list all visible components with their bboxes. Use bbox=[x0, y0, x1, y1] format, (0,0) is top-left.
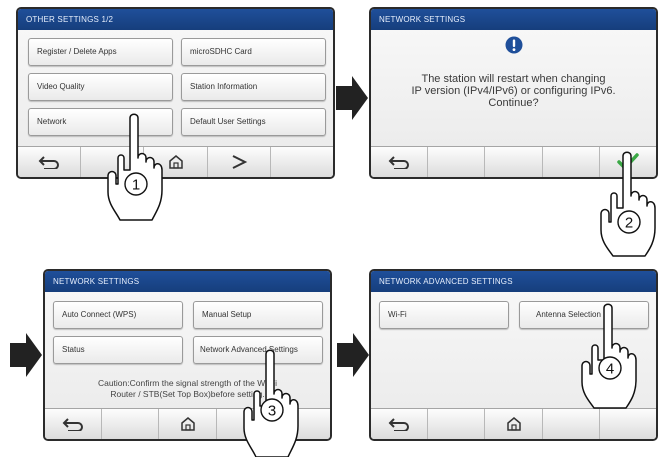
back-icon bbox=[38, 156, 60, 169]
next-icon bbox=[232, 155, 247, 169]
home-button[interactable] bbox=[485, 409, 543, 439]
confirm-message-line1: The station will restart when changing bbox=[421, 73, 606, 85]
back-button[interactable] bbox=[45, 409, 103, 439]
auto-connect-wps-button[interactable]: Auto Connect (WPS) bbox=[53, 301, 183, 329]
home-icon bbox=[168, 155, 183, 169]
step-3-label: 3 bbox=[268, 403, 276, 420]
panel4-navbar bbox=[371, 408, 656, 439]
home-icon bbox=[180, 417, 195, 431]
station-information-button[interactable]: Station Information bbox=[181, 73, 326, 101]
panel1-body: Register / Delete Apps microSDHC Card Vi… bbox=[18, 30, 333, 147]
back-icon bbox=[388, 418, 410, 431]
flow-arrow-right-icon bbox=[336, 76, 368, 120]
nav-empty-1 bbox=[428, 409, 486, 439]
back-icon bbox=[62, 418, 84, 431]
nav-empty-3 bbox=[543, 147, 600, 177]
back-button[interactable] bbox=[371, 409, 429, 439]
step-4-label: 4 bbox=[606, 361, 614, 378]
nav-empty-1 bbox=[102, 409, 160, 439]
next-page-button[interactable] bbox=[208, 147, 271, 177]
default-user-settings-button[interactable]: Default User Settings bbox=[181, 108, 326, 136]
flow-arrow-right-icon bbox=[10, 333, 42, 377]
hand-pointer-icon: 2 bbox=[600, 151, 656, 257]
hand-pointer-icon: 4 bbox=[581, 303, 637, 409]
status-button[interactable]: Status bbox=[53, 336, 183, 364]
back-button[interactable] bbox=[371, 147, 429, 177]
back-button[interactable] bbox=[18, 147, 82, 177]
panel2-title: NETWORK SETTINGS bbox=[371, 9, 656, 30]
confirm-message-line2: IP version (IPv4/IPv6) or configuring IP… bbox=[411, 85, 616, 97]
nav-empty-2 bbox=[271, 147, 333, 177]
nav-empty-3 bbox=[600, 409, 656, 439]
hand-pointer-icon: 3 bbox=[243, 349, 299, 457]
nav-empty-1 bbox=[428, 147, 486, 177]
flow-arrow-right-icon bbox=[337, 333, 369, 377]
screen-other-settings: OTHER SETTINGS 1/2 Register / Delete App… bbox=[16, 7, 335, 179]
confirm-message-line3: Continue? bbox=[488, 97, 539, 109]
step-2-label: 2 bbox=[625, 215, 633, 232]
panel2-body: The station will restart when changing I… bbox=[371, 30, 656, 147]
panel4-title: NETWORK ADVANCED SETTINGS bbox=[371, 271, 656, 292]
nav-empty-2 bbox=[485, 147, 543, 177]
manual-setup-button[interactable]: Manual Setup bbox=[193, 301, 323, 329]
home-icon bbox=[506, 417, 521, 431]
step-1-label: 1 bbox=[132, 177, 140, 194]
nav-empty-2 bbox=[543, 409, 600, 439]
wi-fi-button[interactable]: Wi-Fi bbox=[379, 301, 509, 329]
register-delete-apps-button[interactable]: Register / Delete Apps bbox=[28, 38, 173, 66]
panel1-title: OTHER SETTINGS 1/2 bbox=[18, 9, 333, 30]
video-quality-button[interactable]: Video Quality bbox=[28, 73, 173, 101]
home-button[interactable] bbox=[159, 409, 217, 439]
back-icon bbox=[388, 156, 410, 169]
panel3-title: NETWORK SETTINGS bbox=[45, 271, 330, 292]
microsdhc-card-button[interactable]: microSDHC Card bbox=[181, 38, 326, 66]
exclamation-icon bbox=[505, 36, 523, 54]
panel1-navbar bbox=[18, 146, 333, 177]
hand-pointer-icon: 1 bbox=[107, 113, 163, 221]
